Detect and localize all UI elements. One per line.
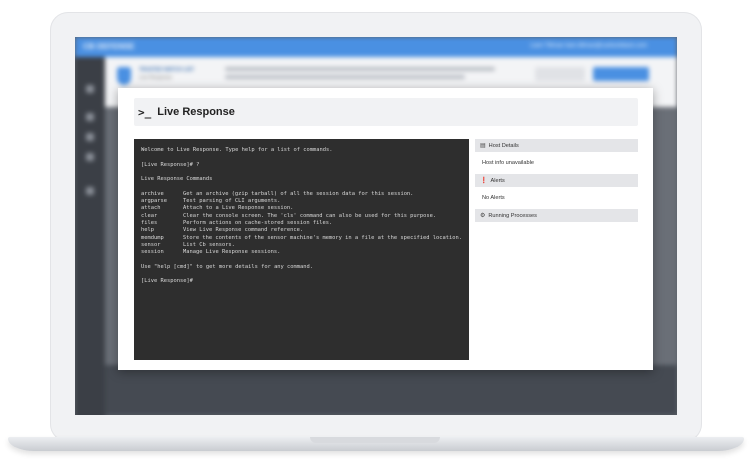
terminal-section-title: Live Response Commands	[141, 176, 213, 183]
gears-icon: ⚙	[480, 213, 486, 219]
terminal-input-prompt[interactable]: [Live Response]#	[141, 278, 462, 285]
live-response-modal: >_ Live Response Welcome to Live Respons…	[118, 88, 653, 370]
terminal-welcome: Welcome to Live Response. Type help for …	[141, 147, 333, 153]
alerts-label: Alerts	[490, 177, 505, 184]
laptop-notch	[310, 437, 440, 443]
modal-title: Live Response	[157, 106, 235, 118]
terminal-command-row: memdump Store the contents of the sensor …	[141, 234, 462, 241]
banner-button-primary	[593, 67, 649, 81]
app-sidebar	[75, 57, 105, 415]
sidebar-icon	[86, 85, 94, 93]
running-processes-header[interactable]: ⚙ Running Processes	[475, 209, 638, 222]
sidebar-icon	[86, 133, 94, 141]
app-brand: CB DEFENSE	[83, 42, 135, 51]
banner-title: TRUSTED WATCH LIST	[139, 67, 195, 73]
app-bottom-panel	[105, 365, 677, 415]
alerts-header[interactable]: ❗ Alerts	[475, 174, 638, 187]
terminal-prompt-icon: >_	[138, 105, 152, 119]
side-panel: ▤ Host Details Host info unavailable ❗ A…	[475, 139, 638, 222]
terminal-command-row: argparse Test parsing of CLI arguments.	[141, 198, 281, 205]
shield-icon	[117, 67, 131, 85]
terminal-prompt-line: [Live Response]# ?	[141, 161, 200, 168]
terminal-help-hint: Use "help [cmd]" to get more details for…	[141, 263, 314, 270]
banner-subtitle: Live Response	[139, 75, 173, 81]
host-details-header[interactable]: ▤ Host Details	[475, 139, 638, 152]
host-details-body: Host info unavailable	[482, 160, 534, 166]
monitor-icon: ▤	[480, 143, 486, 149]
banner-text-line	[225, 67, 495, 71]
terminal-command-row: sensor List Cb sensors.	[141, 241, 235, 248]
terminal-console[interactable]: Welcome to Live Response. Type help for …	[134, 139, 469, 360]
host-details-label: Host Details	[488, 142, 519, 149]
sidebar-icon	[86, 153, 94, 161]
terminal-command-row: archive Get an archive (gzip tarball) of …	[141, 190, 414, 197]
terminal-command-row: files Perform actions on cache-stored ses…	[141, 219, 333, 226]
alert-circle-icon: ❗	[480, 178, 488, 184]
sidebar-icon	[86, 187, 94, 195]
banner-text-line	[225, 75, 465, 79]
sidebar-icon	[86, 113, 94, 121]
app-topbar: CB DEFENSE Liam Tillman liam.tillman@car…	[75, 37, 677, 57]
terminal-command-row: session Manage Live Response sessions.	[141, 249, 281, 256]
app-user: Liam Tillman liam.tillman@carbonblack.co…	[530, 43, 647, 49]
alerts-body: No Alerts	[482, 195, 505, 201]
terminal-command-row: clear Clear the console screen. The 'cls'…	[141, 212, 437, 219]
terminal-command-row: help View Live Response command reference…	[141, 227, 304, 234]
terminal-command-row: attach Attach to a Live Response session.	[141, 205, 294, 212]
banner-button-secondary	[535, 67, 585, 81]
modal-header: >_ Live Response	[134, 98, 638, 126]
running-processes-label: Running Processes	[488, 212, 537, 219]
